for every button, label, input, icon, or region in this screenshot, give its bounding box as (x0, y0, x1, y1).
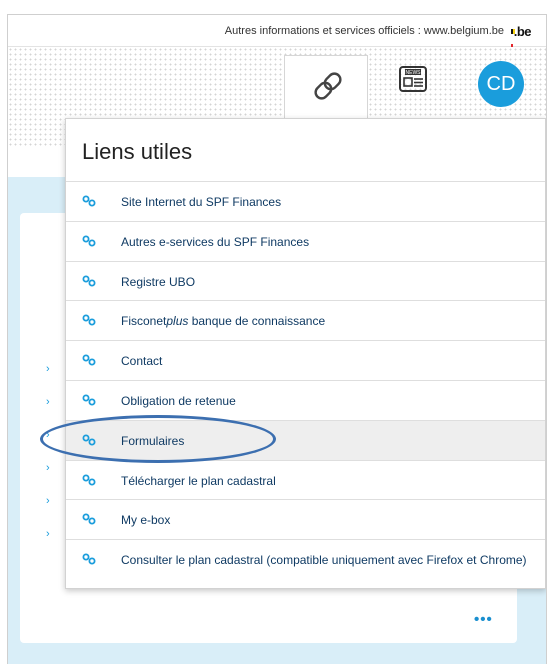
link-item-withholding-obligation[interactable]: Obligation de retenue (66, 379, 545, 420)
link-icon (82, 394, 96, 406)
link-icon (314, 72, 342, 100)
browser-frame: Autres informations et services officiel… (7, 14, 547, 664)
link-item-my-ebox[interactable]: My e-box (66, 499, 545, 539)
link-item-view-cadastral-plan[interactable]: Consulter le plan cadastral (compatible … (66, 539, 545, 579)
belgium-flag-icon (510, 22, 516, 49)
link-item-other-eservices[interactable]: Autres e-services du SPF Finances (66, 220, 545, 261)
link-label: My e-box (121, 513, 171, 528)
link-label: Obligation de retenue (121, 393, 236, 408)
chevron-right-icon[interactable]: › (46, 528, 50, 540)
link-icon (82, 513, 96, 525)
belgium-logo-text: .be (513, 24, 532, 39)
link-label: Registre UBO (121, 274, 196, 289)
official-info-bar: Autres informations et services officiel… (8, 15, 546, 49)
link-item-spf-website[interactable]: Site Internet du SPF Finances (66, 181, 545, 221)
news-label: NEWS (406, 70, 422, 76)
link-label: Autres e-services du SPF Finances (121, 234, 310, 249)
link-label-suffix: banque de connaissance (188, 314, 326, 329)
chevron-right-icon[interactable]: › (46, 462, 50, 474)
link-icon (82, 474, 96, 486)
chevron-right-icon[interactable]: › (46, 363, 50, 375)
dropdown-title: Liens utiles (82, 139, 193, 164)
link-icon (82, 314, 96, 326)
link-icon (82, 235, 96, 247)
newspaper-icon[interactable]: NEWS (398, 65, 430, 95)
link-item-fisconet[interactable]: Fisconetplus banque de connaissance (66, 300, 545, 340)
link-item-contact[interactable]: Contact (66, 340, 545, 380)
chevron-right-icon[interactable]: › (46, 495, 50, 507)
link-label: Site Internet du SPF Finances (121, 195, 282, 209)
useful-links-list: Site Internet du SPF Finances Autres e-s… (66, 181, 545, 579)
link-icon (82, 275, 96, 287)
link-item-ubo-register[interactable]: Registre UBO (66, 260, 545, 301)
link-label-prefix: Fisconet (121, 314, 167, 329)
link-icon (82, 195, 96, 207)
useful-links-dropdown: Liens utiles Site Internet du SPF Financ… (65, 118, 546, 589)
link-label: Fisconetplus banque de connaissance (121, 314, 325, 328)
belgium-logo[interactable]: .be (510, 22, 532, 49)
more-options-icon[interactable]: ••• (474, 611, 493, 628)
link-label: Consulter le plan cadastral (compatible … (121, 553, 527, 568)
user-avatar[interactable]: CD (478, 61, 524, 107)
official-info-link[interactable]: Autres informations et services officiel… (225, 25, 504, 37)
link-icon (82, 553, 96, 565)
chevron-right-icon[interactable]: › (46, 396, 50, 408)
link-label-italic: plus (166, 314, 189, 329)
link-icon (82, 354, 96, 366)
link-item-download-cadastral-plan[interactable]: Télécharger le plan cadastral (66, 459, 545, 500)
link-label: Contact (121, 354, 163, 369)
link-label: Télécharger le plan cadastral (121, 473, 276, 488)
highlight-annotation (40, 415, 276, 463)
